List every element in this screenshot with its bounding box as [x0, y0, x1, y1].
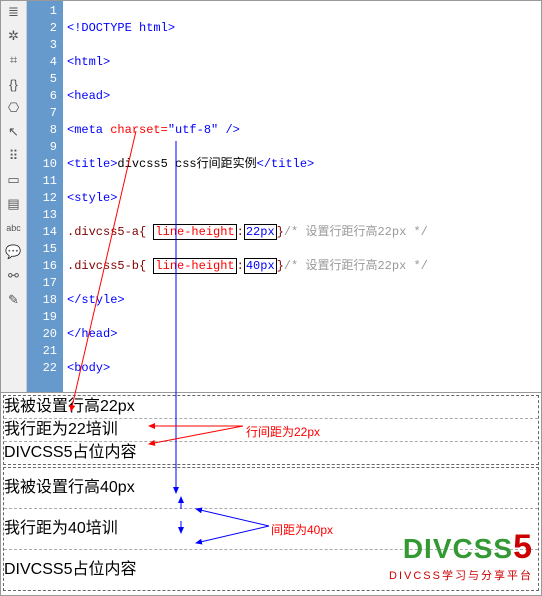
dotgrid-icon[interactable]: ⠿ [5, 147, 23, 165]
gear-icon[interactable]: ✲ [5, 27, 23, 45]
speech-icon[interactable]: 💬 [5, 243, 23, 261]
layers-icon[interactable]: ≣ [5, 3, 23, 21]
box-icon[interactable]: ▭ [5, 171, 23, 189]
link-icon[interactable]: ⚯ [5, 267, 23, 285]
annotation-40px: 间距为40px [271, 521, 333, 538]
brackets-icon[interactable]: {} [5, 75, 23, 93]
code-area[interactable]: <!DOCTYPE html> <html> <head> <meta char… [63, 1, 541, 392]
annotation-22px: 行间距为22px [246, 423, 320, 440]
tag-icon[interactable]: ⎔ [5, 99, 23, 117]
editor-toolbar: ≣ ✲ ⌗ {} ⎔ ↖ ⠿ ▭ ▤ abc 💬 ⚯ ✎ [1, 1, 27, 392]
preview-row: 我被设置行高40px [4, 468, 538, 509]
pencil-icon[interactable]: ✎ [5, 291, 23, 309]
dashed-icon[interactable]: ⌗ [5, 51, 23, 69]
preview-row: DIVCSS5占位内容 [4, 442, 538, 464]
abc-icon[interactable]: abc [5, 219, 23, 237]
preview-row: 我被设置行高22px [4, 396, 538, 419]
preview-pane: 我被设置行高22px 我行距为22培训 DIVCSS5占位内容 我被设置行高40… [1, 393, 541, 595]
pointer-icon[interactable]: ↖ [5, 123, 23, 141]
watermark: DIVCSS5 DIVCSS学习与分享平台 [389, 528, 533, 583]
code-editor: ≣ ✲ ⌗ {} ⎔ ↖ ⠿ ▭ ▤ abc 💬 ⚯ ✎ 12345678910… [1, 1, 541, 393]
image-icon[interactable]: ▤ [5, 195, 23, 213]
line-gutter: 12345678910111213141516171819202122 [27, 1, 63, 392]
